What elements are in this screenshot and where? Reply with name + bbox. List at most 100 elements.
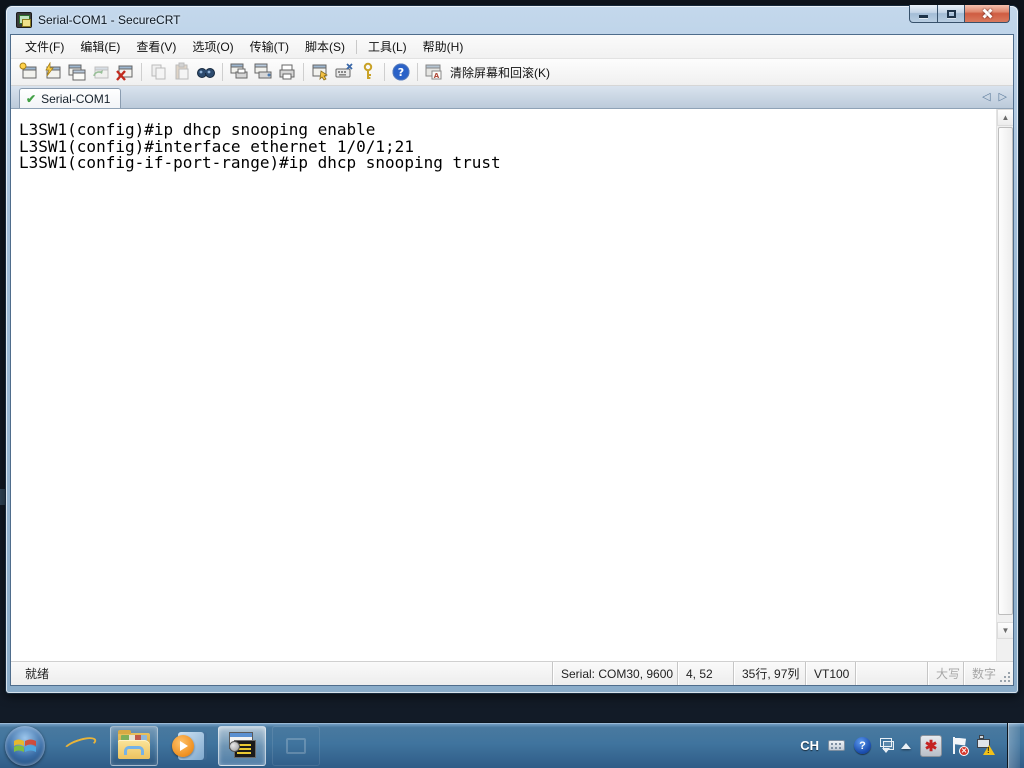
ghost-app-icon bbox=[286, 737, 306, 754]
app-icon bbox=[16, 12, 32, 28]
keymap-editor-button[interactable] bbox=[332, 61, 356, 83]
tab-scroll-left-icon[interactable]: ◁ bbox=[982, 90, 990, 104]
menu-bar: 文件(F) 编辑(E) 查看(V) 选项(O) 传输(T) 脚本(S) 工具(L… bbox=[11, 35, 1013, 59]
status-caps-lock: 大写 bbox=[927, 662, 963, 685]
scrollbar-thumb[interactable] bbox=[998, 127, 1013, 615]
status-num-lock: 数字 bbox=[963, 662, 999, 685]
tab-bar: ✔ Serial-COM1 ◁ ▷ bbox=[11, 86, 1013, 109]
menu-tools[interactable]: 工具(L) bbox=[360, 34, 415, 59]
keymap-editor-icon bbox=[335, 63, 353, 78]
paste-icon bbox=[175, 62, 189, 80]
taskbar: CH ? ✱ ✕ bbox=[0, 722, 1024, 768]
ime-language-indicator[interactable]: CH bbox=[800, 738, 819, 753]
tab-label: Serial-COM1 bbox=[41, 91, 111, 106]
status-bar: 就绪 Serial: COM30, 9600 4, 52 35行, 97列 VT… bbox=[11, 661, 1013, 685]
quick-connect-icon bbox=[45, 62, 61, 79]
svg-text:?: ? bbox=[398, 66, 404, 79]
window-content: 文件(F) 编辑(E) 查看(V) 选项(O) 传输(T) 脚本(S) 工具(L… bbox=[10, 34, 1014, 686]
status-screen-size: 35行, 97列 bbox=[733, 662, 805, 685]
print-button[interactable] bbox=[275, 61, 299, 83]
vertical-scrollbar[interactable]: ▲ ▼ bbox=[996, 109, 1013, 661]
minimize-icon bbox=[919, 15, 928, 18]
menu-separator bbox=[355, 39, 357, 54]
connect-in-tab-button[interactable] bbox=[65, 61, 89, 83]
key-button[interactable] bbox=[356, 61, 380, 83]
help-button[interactable]: ? bbox=[389, 61, 413, 83]
terminal-area[interactable]: L3SW1(config)#ip dhcp snooping enable L3S… bbox=[11, 109, 1013, 661]
clear-screen-label[interactable]: 清除屏幕和回滚(K) bbox=[450, 64, 550, 81]
reconnect-button[interactable] bbox=[89, 61, 113, 83]
menu-file[interactable]: 文件(F) bbox=[17, 34, 72, 59]
status-emulation: VT100 bbox=[805, 662, 855, 685]
terminal-line: L3SW1(config-if-port-range)#ip dhcp snoo… bbox=[19, 153, 501, 173]
print-preview-icon bbox=[230, 63, 248, 79]
connect-in-tab-icon bbox=[68, 64, 86, 81]
status-serial: Serial: COM30, 9600 bbox=[552, 662, 677, 685]
maximize-button[interactable] bbox=[938, 5, 965, 23]
taskbar-internet-explorer[interactable] bbox=[56, 726, 104, 766]
show-desktop-button[interactable] bbox=[1007, 722, 1020, 768]
terminal-output: L3SW1(config)#ip dhcp snooping enable L3S… bbox=[11, 109, 1013, 172]
show-hidden-icons-button[interactable] bbox=[901, 742, 911, 749]
ime-toolbar-icon bbox=[880, 738, 894, 750]
ime-toolbar-toggle[interactable] bbox=[880, 738, 894, 753]
start-button[interactable] bbox=[5, 725, 45, 766]
clear-screen-icon: A bbox=[425, 64, 442, 80]
print-setup-icon bbox=[254, 63, 272, 79]
paste-button[interactable] bbox=[170, 61, 194, 83]
title-bar[interactable]: Serial-COM1 - SecureCRT bbox=[6, 5, 1018, 34]
window-title: Serial-COM1 - SecureCRT bbox=[38, 13, 181, 27]
print-setup-button[interactable] bbox=[251, 61, 275, 83]
quick-connect-button[interactable] bbox=[41, 61, 65, 83]
taskbar-securecrt[interactable] bbox=[218, 725, 266, 766]
svg-text:A: A bbox=[434, 72, 440, 80]
print-preview-button[interactable] bbox=[227, 61, 251, 83]
taskbar-ghost-app[interactable] bbox=[272, 725, 320, 766]
menu-script[interactable]: 脚本(S) bbox=[297, 34, 353, 59]
network-status-icon[interactable] bbox=[976, 734, 995, 755]
tab-scroll-arrows: ◁ ▷ bbox=[982, 90, 1007, 104]
disconnect-button[interactable] bbox=[113, 61, 137, 83]
scroll-down-icon[interactable]: ▼ bbox=[997, 622, 1013, 639]
menu-help[interactable]: 帮助(H) bbox=[415, 34, 472, 59]
minimize-button[interactable] bbox=[909, 5, 938, 23]
menu-transfer[interactable]: 传输(T) bbox=[242, 34, 297, 59]
internet-explorer-icon bbox=[61, 731, 99, 761]
help-icon: ? bbox=[392, 63, 410, 81]
find-button[interactable] bbox=[194, 61, 218, 83]
clear-screen-button[interactable]: A bbox=[422, 61, 446, 83]
error-badge-icon: ✕ bbox=[959, 745, 969, 756]
reconnect-icon bbox=[93, 66, 109, 79]
new-session-button[interactable] bbox=[17, 61, 41, 83]
menu-view[interactable]: 查看(V) bbox=[128, 34, 184, 59]
find-icon bbox=[197, 68, 215, 78]
copy-icon bbox=[151, 64, 166, 80]
scroll-up-icon[interactable]: ▲ bbox=[997, 109, 1013, 126]
copy-button[interactable] bbox=[146, 61, 170, 83]
toolbar-separator bbox=[222, 63, 223, 81]
toolbar-separator bbox=[303, 63, 304, 81]
status-spacer bbox=[855, 662, 927, 685]
action-center-flag-icon[interactable]: ✕ bbox=[951, 736, 969, 756]
close-button[interactable] bbox=[965, 5, 1010, 23]
status-cursor-position: 4, 52 bbox=[677, 662, 733, 685]
caption-buttons bbox=[909, 5, 1010, 23]
resize-grip[interactable] bbox=[999, 662, 1013, 685]
taskbar-media-player[interactable] bbox=[164, 726, 212, 766]
toolbar: ? A 清除屏幕和回滚(K) bbox=[11, 59, 1013, 86]
system-tray: CH ? ✱ ✕ bbox=[800, 722, 1024, 768]
warning-icon bbox=[983, 744, 995, 755]
ime-help-icon[interactable]: ? bbox=[854, 737, 871, 754]
menu-edit[interactable]: 编辑(E) bbox=[72, 34, 128, 59]
security-tray-icon[interactable]: ✱ bbox=[920, 734, 942, 757]
connected-check-icon: ✔ bbox=[26, 91, 37, 106]
toolbar-separator bbox=[384, 63, 385, 81]
tab-serial-com1[interactable]: ✔ Serial-COM1 bbox=[19, 88, 122, 108]
session-options-button[interactable] bbox=[308, 61, 332, 83]
tab-scroll-right-icon[interactable]: ▷ bbox=[999, 90, 1007, 104]
menu-options[interactable]: 选项(O) bbox=[184, 34, 241, 59]
maximize-icon bbox=[946, 9, 956, 18]
toolbar-separator bbox=[417, 63, 418, 81]
taskbar-windows-explorer[interactable] bbox=[110, 725, 158, 766]
keyboard-icon[interactable] bbox=[828, 740, 845, 751]
